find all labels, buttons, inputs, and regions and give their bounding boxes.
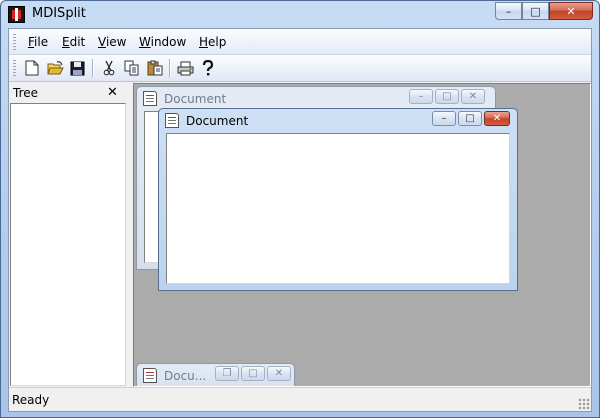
close-icon: ✕ <box>492 113 502 124</box>
document-restore-button[interactable]: ❐ <box>215 366 239 381</box>
menu-window[interactable]: Window <box>139 35 186 49</box>
document-title-bar[interactable]: Docu... ❐ □ ✕ <box>137 364 294 386</box>
document-close-button[interactable]: ✕ <box>267 366 291 381</box>
document-minimize-button[interactable]: – <box>432 111 456 126</box>
tree-close-icon[interactable]: ✕ <box>107 85 118 100</box>
toolbar-separator <box>92 59 93 77</box>
document-icon <box>143 91 157 106</box>
client-area: File Edit View Window Help Tree ✕ Docume… <box>8 28 592 412</box>
resize-grip[interactable] <box>578 398 590 410</box>
maximize-icon: □ <box>442 91 452 102</box>
close-icon: ✕ <box>274 368 284 379</box>
maximize-icon: □ <box>248 368 258 379</box>
document-title: Document <box>186 114 249 128</box>
minimize-icon: – <box>418 91 424 102</box>
print-button[interactable] <box>175 58 195 78</box>
document-caption-buttons: – □ ✕ <box>432 111 510 126</box>
open-folder-icon <box>46 60 64 74</box>
menu-bar: File Edit View Window Help <box>9 29 591 55</box>
document-title: Document <box>164 92 227 106</box>
document-close-button[interactable]: ✕ <box>484 111 510 126</box>
help-question-icon <box>202 60 214 76</box>
toolbar-separator <box>169 59 170 77</box>
document-title-bar[interactable]: Document – □ ✕ <box>137 87 495 110</box>
mdi-area[interactable]: Document – □ ✕ Document – □ ✕ Docu... ❐ … <box>133 83 591 387</box>
toolbar-grip[interactable] <box>13 60 16 77</box>
save-disk-icon <box>70 61 84 75</box>
document-title: Docu... <box>164 369 207 383</box>
document-window-minimized[interactable]: Docu... ❐ □ ✕ <box>136 363 295 386</box>
main-window: MDISplit – □ ✕ File Edit View Window Hel… <box>0 0 600 418</box>
print-icon <box>177 61 193 75</box>
menu-file[interactable]: File <box>28 35 48 49</box>
menu-edit[interactable]: Edit <box>62 35 85 49</box>
maximize-icon: □ <box>530 4 541 18</box>
menu-view[interactable]: View <box>98 35 126 49</box>
maximize-icon: □ <box>465 113 475 124</box>
restore-icon: ❐ <box>222 368 232 379</box>
new-document-icon <box>25 60 39 76</box>
minimize-button[interactable]: – <box>495 2 522 20</box>
document-close-button[interactable]: ✕ <box>461 89 485 104</box>
tree-header: Tree ✕ <box>9 83 129 103</box>
maximize-button[interactable]: □ <box>522 2 549 20</box>
caption-buttons: – □ ✕ <box>495 2 593 20</box>
document-window-front[interactable]: Document – □ ✕ <box>158 108 518 291</box>
cut-button[interactable] <box>99 58 119 78</box>
document-maximize-button[interactable]: □ <box>435 89 459 104</box>
paste-button[interactable] <box>145 58 165 78</box>
close-button[interactable]: ✕ <box>549 2 593 20</box>
tree-view[interactable] <box>10 103 126 386</box>
app-title: MDISplit <box>32 6 86 21</box>
save-button[interactable] <box>67 58 87 78</box>
minimize-icon: – <box>505 4 512 18</box>
paste-icon <box>147 60 163 76</box>
toolbar <box>9 55 591 82</box>
cut-scissors-icon <box>103 60 115 76</box>
document-caption-buttons: ❐ □ ✕ <box>215 366 291 381</box>
document-minimize-button[interactable]: – <box>409 89 433 104</box>
copy-icon <box>124 60 139 76</box>
document-icon <box>165 113 179 128</box>
menu-help[interactable]: Help <box>199 35 226 49</box>
open-button[interactable] <box>45 58 65 78</box>
minimize-icon: – <box>441 113 447 124</box>
status-text: Ready <box>12 393 50 407</box>
document-icon <box>143 368 157 383</box>
document-maximize-button[interactable]: □ <box>241 366 265 381</box>
title-bar[interactable]: MDISplit – □ ✕ <box>1 1 599 28</box>
help-button[interactable] <box>198 58 218 78</box>
close-icon: ✕ <box>468 91 478 102</box>
app-icon[interactable] <box>8 6 25 23</box>
document-caption-buttons: – □ ✕ <box>409 89 485 104</box>
document-maximize-button[interactable]: □ <box>458 111 482 126</box>
menu-grip[interactable] <box>13 34 16 50</box>
close-icon: ✕ <box>566 4 576 18</box>
document-title-bar[interactable]: Document – □ ✕ <box>159 109 517 132</box>
tree-title: Tree <box>13 86 39 100</box>
copy-button[interactable] <box>122 58 142 78</box>
status-bar: Ready <box>9 387 591 411</box>
tree-pane: Tree ✕ <box>9 83 129 387</box>
new-button[interactable] <box>22 58 42 78</box>
document-content[interactable] <box>166 133 510 284</box>
